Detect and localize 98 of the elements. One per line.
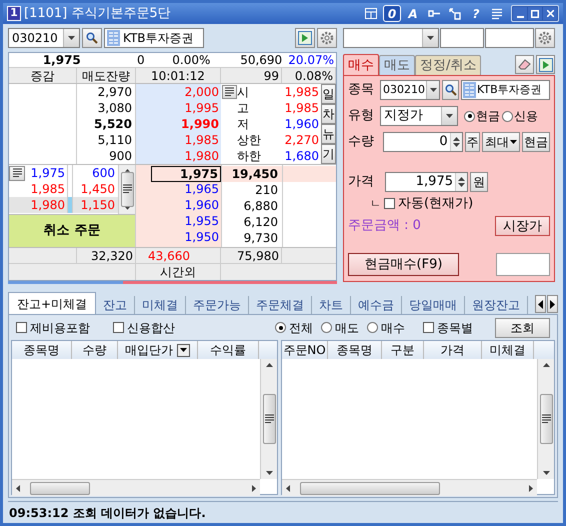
change-rate: 0.00% [171,54,210,66]
info-value: 1,680 [284,148,320,164]
bid-quantity: 210 [254,182,279,198]
stock-name-field[interactable]: KTB투자증권 [104,28,204,48]
info-value: 2,270 [284,132,320,148]
cash-button[interactable]: 현금 [522,132,550,152]
price-field[interactable]: 1,975 [385,172,468,192]
order-amount: 주문금액 : 0 [348,216,421,235]
info-value: 1,985 [284,84,320,100]
info-value: 1,960 [284,116,320,132]
checkbox-label: 자동(현재가) [398,195,474,213]
won-button[interactable]: 원 [470,172,488,192]
bid-price: 1,955 [184,214,220,230]
bid-total: 75,980 [221,248,282,263]
radio-label: 신용 [514,108,538,125]
after-hours-label: 시간외 [136,264,221,280]
change: 0 [136,54,145,66]
order-tab[interactable]: 매도 [379,55,415,75]
tree-mark: ㄴ [370,196,381,212]
bid-quantity: 9,730 [242,230,279,246]
quantity-field[interactable]: 0 [383,132,463,152]
column-header: 0.08% [282,68,336,83]
submit-buy-button[interactable]: 현금매수(F9) [348,253,459,276]
bid-price: 1,950 [184,230,220,246]
ask-quantity: 3,080 [96,100,133,116]
column-header[interactable]: 가격 [424,341,482,359]
column-header: 99 [221,68,282,83]
ask-quantity: 5,520 [93,116,133,132]
stock-name-field[interactable]: KTB투자증권 [461,80,550,100]
radio-label: 현금 [476,108,500,125]
field-label: 종목 [348,81,375,100]
volume-rate: 20.07% [287,54,336,66]
query-button[interactable]: 조회 [495,318,550,338]
code-combo[interactable]: 030210 [380,80,440,100]
unit-button[interactable]: 주 [464,132,480,152]
info-label: 상한 [237,134,261,146]
radio-label: 전체 [289,320,313,336]
radio-label: 매도 [335,320,359,336]
ask-quantity: 5,110 [96,132,133,148]
checkbox-label: 제비용포함 [30,320,90,336]
toolbar-button[interactable]: A [404,5,422,22]
bid-quantity: 6,120 [242,214,279,230]
bid-price: 1,965 [184,182,220,198]
toolbar-button[interactable]: ? [467,5,485,22]
column-header: 증감 [9,68,77,83]
checkbox-label: 종목별 [437,320,473,336]
field-label: 유형 [348,107,375,126]
order-type-combo[interactable]: 지정가 [380,106,458,126]
order-tab[interactable]: 매수 [343,54,379,75]
cancel-order-button[interactable]: 취소 주문 [9,214,135,247]
ask-price: 1,990 [180,116,220,132]
window-title: [1101] 주식기본주문5단 [24,4,171,23]
column-header[interactable]: 종목명 [12,341,72,359]
ask-quantity: 900 [108,148,133,164]
column-header: 매도잔량 [77,68,136,83]
info-label: 하한 [237,150,261,162]
ask-price: 2,000 [184,84,220,100]
column-header[interactable]: 수익률 [198,341,259,359]
column-header[interactable]: 매입단가 [118,341,198,359]
order-tab[interactable]: 정정/취소 [415,55,482,75]
side-button[interactable]: 뉴 [321,124,336,144]
bid-price: 1,960 [184,198,220,214]
info-label: 시 [237,86,249,98]
order-row[interactable]: 1,975 600 [9,165,118,181]
info-label: 고 [237,102,249,114]
bid-quantity: 19,450 [222,166,282,182]
max-button[interactable]: 최대 [482,132,520,152]
total-difference: 43,660 [136,248,221,263]
side-button[interactable]: 차 [321,104,336,124]
column-header: 10:01:12 [136,68,221,83]
field-label: 가격 [348,173,375,192]
radio-label: 매수 [381,320,405,336]
volume: 50,690 [239,54,282,66]
ask-price: 1,985 [184,132,220,148]
status-message: 09:53:12 조회 데이터가 없습니다. [9,504,206,522]
checkbox-label: 신용합산 [127,320,175,336]
app-icon: 1 [7,6,21,21]
side-button[interactable]: 일 [321,84,336,104]
column-header[interactable]: 미체결 [482,341,534,359]
ask-price: 1,995 [184,100,220,116]
column-header[interactable]: 수량 [72,341,118,359]
bottom-tab[interactable]: 잔고+미체결 [8,292,96,314]
ask-price: 1,980 [184,148,220,164]
column-header[interactable]: 종목명 [328,341,382,359]
toolbar-button[interactable]: 0 [383,5,401,22]
code-combo[interactable]: 030210 [8,28,80,48]
column-header[interactable]: 구분 [382,341,424,359]
info-label: 저 [237,118,249,130]
bid-price: 1,975 [151,166,221,182]
side-button[interactable]: 기 [321,144,336,164]
bid-quantity: 6,880 [242,198,279,214]
info-value: 1,985 [284,100,320,116]
field-label: 수량 [348,133,375,152]
ask-total: 32,320 [77,248,136,263]
market-price-button[interactable]: 시장가 [495,216,550,236]
column-header[interactable]: 주문NO [282,341,328,359]
ask-quantity: 2,970 [96,84,133,100]
current-price: 1,975 [42,54,82,66]
